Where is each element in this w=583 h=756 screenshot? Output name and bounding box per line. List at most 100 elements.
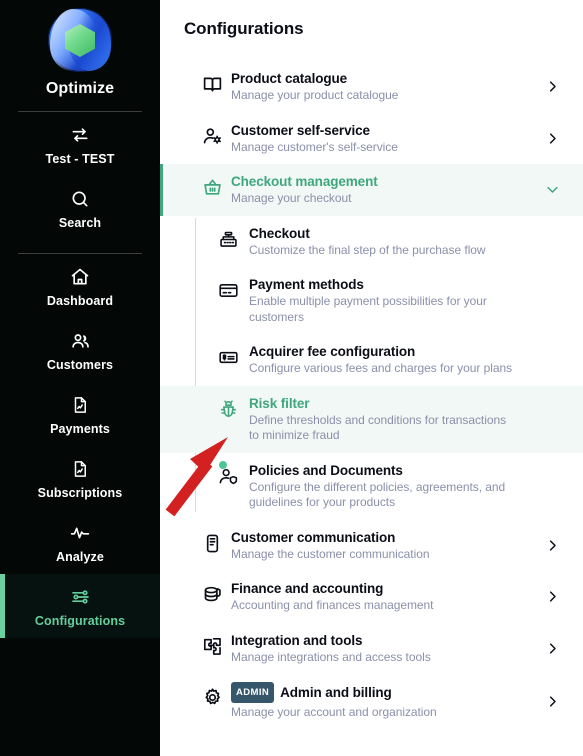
config-row-subtitle: Manage customer's self-service — [231, 139, 398, 154]
config-subrow-acquirer-fee-configuration[interactable]: Acquirer fee configuration Configure var… — [160, 334, 583, 386]
sidebar-item-subscriptions[interactable]: Subscriptions — [0, 446, 160, 510]
page-title: Configurations — [184, 19, 304, 38]
user-gear-icon — [202, 122, 230, 147]
config-subrow-title: Policies and Documents — [249, 462, 403, 478]
chevron-right-icon[interactable] — [543, 641, 561, 656]
sidebar-item-label: Analyze — [56, 550, 104, 564]
chevron-right-icon[interactable] — [543, 538, 561, 553]
brand-block[interactable]: Optimize — [0, 0, 160, 98]
config-subrow-subtitle: Customize the final step of the purchase… — [249, 242, 486, 257]
config-subrow-text: Policies and Documents Configure the dif… — [248, 462, 561, 511]
config-row-text: Product catalogue Manage your product ca… — [230, 70, 543, 104]
main-content: Configurations Product catalogue Manage … — [160, 0, 583, 756]
brand-name: Optimize — [45, 80, 115, 97]
sidebar-item-test-test[interactable]: Test - TEST — [0, 112, 160, 176]
sidebar-item-label: Customers — [46, 358, 114, 372]
sliders-icon — [70, 586, 91, 608]
config-row-title: Finance and accounting — [231, 581, 384, 596]
config-row-text: Checkout management Manage your checkout — [230, 173, 543, 207]
sidebar-item-label: Search — [58, 216, 102, 230]
notification-dot-icon — [219, 460, 227, 469]
sidebar-item-customers[interactable]: Customers — [0, 318, 160, 382]
config-row-text: Finance and accounting Accounting and fi… — [230, 580, 543, 614]
config-row-title: Product catalogue — [231, 71, 348, 86]
price-tag-icon — [218, 343, 248, 368]
gear-icon — [202, 683, 230, 708]
config-row-title: Customer self-service — [231, 122, 370, 138]
megaphone-icon — [202, 529, 230, 554]
config-subrow-subtitle: Configure the different policies, agreem… — [249, 479, 506, 510]
sidebar-item-payments[interactable]: Payments — [0, 382, 160, 446]
puzzle-icon — [202, 632, 230, 657]
chevron-right-icon[interactable] — [543, 79, 561, 94]
search-icon — [70, 188, 90, 210]
config-row-product-catalogue[interactable]: Product catalogue Manage your product ca… — [184, 61, 583, 113]
status-badge: ADMIN — [231, 682, 275, 703]
document-chart-icon — [71, 458, 89, 480]
sidebar-item-dashboard[interactable]: Dashboard — [0, 254, 160, 318]
optimize-logo-icon — [48, 8, 112, 72]
basket-icon — [202, 173, 230, 198]
config-row-subtitle: Manage your product catalogue — [231, 88, 399, 102]
config-row-finance-and-accounting[interactable]: Finance and accounting Accounting and fi… — [184, 571, 583, 623]
chevron-down-icon[interactable] — [543, 182, 561, 197]
config-subrow-title: Acquirer fee configuration — [249, 344, 416, 359]
shield-bug-icon — [218, 395, 248, 420]
sidebar-item-label: Payments — [50, 422, 110, 436]
config-row-subtitle: Manage integrations and access tools — [231, 649, 431, 664]
config-row-admin-and-billing[interactable]: ADMIN Admin and billing Manage your accou… — [184, 674, 583, 730]
config-row-subtitle: Accounting and finances management — [231, 598, 434, 612]
sidebar-item-analyze[interactable]: Analyze — [0, 510, 160, 574]
config-subrow-title: Risk filter — [249, 395, 310, 411]
config-subrow-checkout[interactable]: Checkout Customize the final step of the… — [160, 216, 583, 268]
config-row-checkout-management[interactable]: Checkout management Manage your checkout — [160, 164, 583, 216]
config-row-title: Customer communication — [231, 529, 396, 545]
sidebar-item-label: Subscriptions — [37, 486, 123, 500]
config-subrow-text: Acquirer fee configuration Configure var… — [248, 343, 561, 377]
cash-register-icon — [218, 225, 248, 250]
config-row-text: Customer communication Manage the custom… — [230, 529, 543, 563]
config-subrow-text: Risk filter Define thresholds and condit… — [248, 395, 561, 444]
chevron-right-icon[interactable] — [543, 131, 561, 146]
chevron-right-icon[interactable] — [543, 589, 561, 604]
switch-arrows-icon — [70, 124, 90, 146]
config-subrow-text: Payment methods Enable multiple payment … — [248, 276, 561, 325]
config-row-customer-self-service[interactable]: Customer self-service Manage customer's … — [184, 113, 583, 165]
pulse-icon — [69, 522, 91, 544]
config-row-text: ADMIN Admin and billing Manage your accou… — [230, 682, 543, 721]
users-icon — [70, 330, 91, 352]
config-row-subtitle: Manage your account and organization — [231, 705, 437, 719]
checkout-management-sublist: Checkout Customize the final step of the… — [160, 216, 583, 520]
config-row-subtitle: Manage your checkout — [231, 191, 352, 205]
config-row-customer-communication[interactable]: Customer communication Manage the custom… — [184, 520, 583, 572]
config-row-text: Customer self-service Manage customer's … — [230, 122, 543, 156]
sidebar: Optimize Test - TEST Search Dashboard Cu… — [0, 0, 160, 756]
config-subrow-title: Checkout — [249, 225, 310, 241]
book-icon — [202, 70, 230, 95]
config-subrow-title: Payment methods — [249, 277, 364, 292]
config-row-integration-and-tools[interactable]: Integration and tools Manage integration… — [184, 623, 583, 675]
credit-card-icon — [218, 276, 248, 301]
config-subrow-text: Checkout Customize the final step of the… — [248, 225, 561, 259]
sidebar-item-search[interactable]: Search — [0, 176, 160, 240]
sidebar-item-configurations[interactable]: Configurations — [0, 574, 160, 638]
config-subrow-risk-filter[interactable]: Risk filter Define thresholds and condit… — [160, 385, 583, 453]
coins-icon — [202, 580, 230, 605]
chevron-right-icon[interactable] — [543, 694, 561, 709]
app-root: Optimize Test - TEST Search Dashboard Cu… — [0, 0, 583, 756]
config-row-title: Integration and tools — [231, 632, 363, 648]
config-row-subtitle: Manage the customer communication — [231, 546, 430, 561]
config-subrow-subtitle: Enable multiple payment possibilities fo… — [249, 294, 487, 324]
home-icon — [70, 266, 90, 288]
document-chart-icon — [71, 394, 89, 416]
sidebar-item-label: Dashboard — [46, 294, 114, 308]
config-row-title: Admin and billing — [280, 685, 392, 701]
config-subrow-subtitle: Define thresholds and conditions for tra… — [249, 412, 507, 443]
config-row-text: Integration and tools Manage integration… — [230, 632, 543, 666]
sidebar-item-label: Configurations — [34, 614, 126, 628]
config-row-title-wrap: ADMIN Admin and billing — [231, 682, 543, 704]
sidebar-item-label: Test - TEST — [45, 152, 115, 166]
config-subrow-payment-methods[interactable]: Payment methods Enable multiple payment … — [160, 267, 583, 334]
config-row-title: Checkout management — [231, 174, 378, 189]
config-subrow-policies-and-documents[interactable]: Policies and Documents Configure the dif… — [160, 453, 583, 520]
